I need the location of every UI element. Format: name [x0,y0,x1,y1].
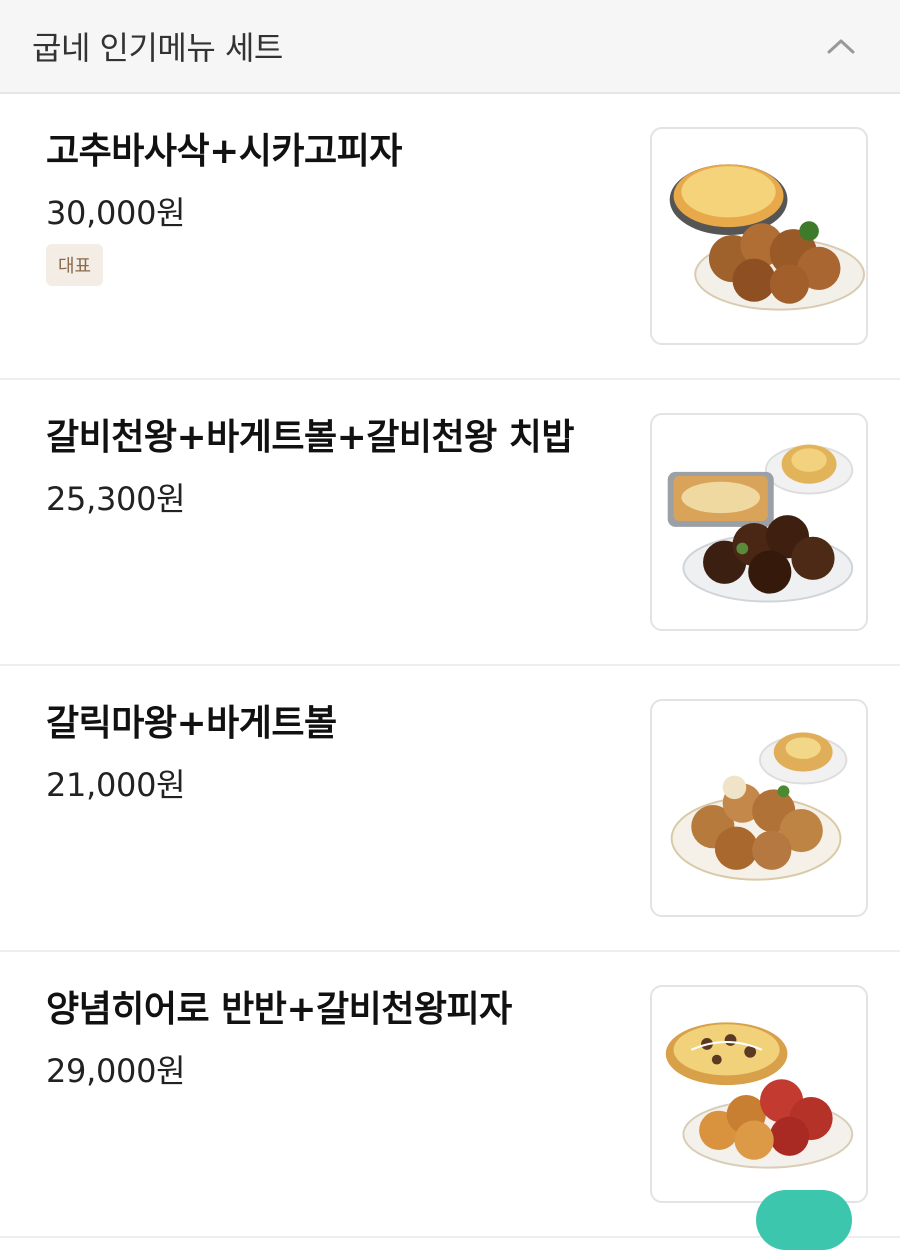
menu-item-name: 갈비천왕+바게트볼+갈비천왕 치밥 [46,417,575,458]
menu-item[interactable]: 고추바사삭+시카고피자 30,000원 대표 [0,94,900,380]
menu-item-price: 30,000원 [46,194,186,232]
menu-item-price: 29,000원 [46,1052,186,1090]
menu-item-image[interactable] [650,413,868,631]
signature-badge: 대표 [46,244,104,286]
menu-item[interactable]: 갈비천왕+바게트볼+갈비천왕 치밥 25,300원 [0,380,900,666]
menu-item-name: 양념히어로 반반+갈비천왕피자 [46,989,512,1030]
menu-item-price: 25,300원 [46,480,186,518]
menu-list: 고추바사삭+시카고피자 30,000원 대표 갈비천왕+바게트볼+갈비천왕 치밥… [0,94,900,1238]
menu-item-name: 고추바사삭+시카고피자 [46,131,402,172]
pizza-chicken-photo [669,164,866,311]
garlic-chicken-bread-photo [670,732,848,881]
floating-action-button[interactable] [756,1190,852,1250]
menu-item-image[interactable] [650,127,868,345]
section-header[interactable]: 굽네 인기메뉴 세트 [0,0,900,94]
section-title: 굽네 인기메뉴 세트 [32,29,283,67]
menu-item[interactable]: 양념히어로 반반+갈비천왕피자 29,000원 [0,952,900,1238]
menu-item[interactable]: 갈릭마왕+바게트볼 21,000원 [0,666,900,952]
chevron-up-icon[interactable] [826,31,856,61]
pizza-chicken-photo [665,1022,854,1169]
menu-item-price: 21,000원 [46,766,186,804]
menu-item-image[interactable] [650,985,868,1203]
menu-item-name: 갈릭마왕+바게트볼 [46,703,337,744]
chicken-rice-bread-photo [667,444,854,603]
menu-item-image[interactable] [650,699,868,917]
